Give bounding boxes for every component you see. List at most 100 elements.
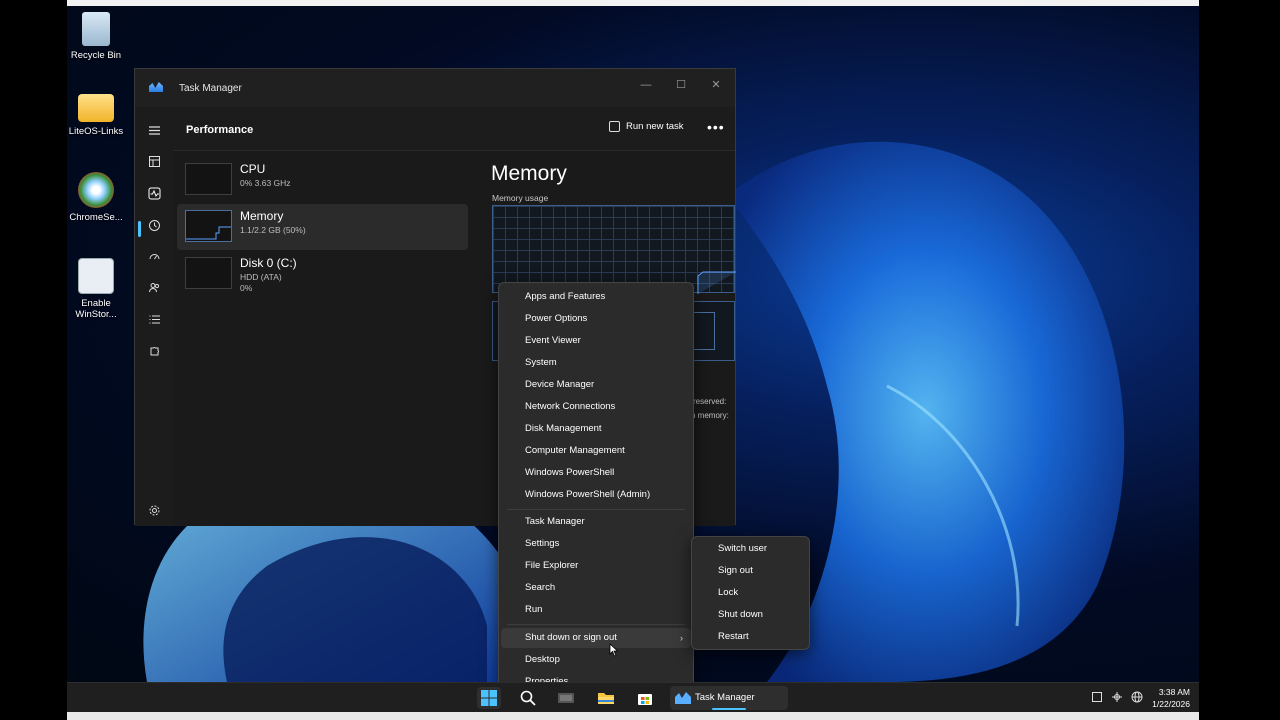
maximize-button[interactable]: ☐ <box>666 75 696 95</box>
taskbar-app-label: Task Manager <box>695 692 755 703</box>
disk-thumbnail-graph <box>185 257 232 289</box>
chevron-right-icon: › <box>680 633 683 643</box>
perf-item-name: Disk 0 (C:) <box>240 256 297 270</box>
perf-item-name: Memory <box>240 209 284 223</box>
taskbar: Task Manager 3:38 AM 1/22/2026 <box>67 682 1199 712</box>
perf-item-cpu[interactable]: CPU 0% 3.63 GHz <box>177 157 468 203</box>
perf-item-name: CPU <box>240 162 266 176</box>
perf-item-memory[interactable]: Memory 1.1/2.2 GB (50%) <box>177 204 468 250</box>
nav-active-indicator <box>138 221 141 237</box>
memory-thumbnail-graph <box>185 210 232 242</box>
task-manager-icon <box>149 82 163 92</box>
store-button[interactable] <box>633 687 657 709</box>
search-button[interactable] <box>516 687 540 709</box>
menu-item-search[interactable]: Search <box>501 578 691 598</box>
hamburger-menu-button[interactable] <box>144 120 164 140</box>
file-explorer-button[interactable] <box>594 687 618 709</box>
menu-item-power-options[interactable]: Power Options <box>501 309 691 329</box>
nav-processes[interactable] <box>144 151 164 171</box>
installer-disc-icon <box>78 172 114 208</box>
nav-startup-apps[interactable] <box>144 246 164 266</box>
memory-sparkline <box>186 226 231 240</box>
perf-item-disk[interactable]: Disk 0 (C:) HDD (ATA) 0% <box>177 251 468 297</box>
run-new-task-button[interactable]: Run new task <box>609 121 684 132</box>
submenu-item-shut-down[interactable]: Shut down <box>694 605 807 625</box>
task-view-icon <box>558 693 574 703</box>
globe-icon[interactable] <box>1131 691 1143 703</box>
detail-title: Memory <box>491 162 567 185</box>
nav-details[interactable] <box>144 309 164 329</box>
memory-usage-label: Memory usage <box>492 193 549 203</box>
hamburger-icon <box>148 125 160 135</box>
notification-icon[interactable] <box>1091 691 1103 703</box>
perf-item-detail: 0% 3.63 GHz <box>240 178 291 188</box>
menu-item-run[interactable]: Run <box>501 600 691 620</box>
more-options-button[interactable]: ••• <box>707 119 725 135</box>
menu-item-computer-management[interactable]: Computer Management <box>501 441 691 461</box>
menu-separator <box>507 624 685 625</box>
nav-app-history[interactable] <box>144 215 164 235</box>
menu-item-task-manager[interactable]: Task Manager <box>501 512 691 532</box>
menu-item-desktop[interactable]: Desktop <box>501 650 691 670</box>
users-icon <box>148 282 159 292</box>
menu-item-disk-management[interactable]: Disk Management <box>501 419 691 439</box>
menu-item-network-connections[interactable]: Network Connections <box>501 397 691 417</box>
menu-item-powershell[interactable]: Windows PowerShell <box>501 463 691 483</box>
nav-users[interactable] <box>144 277 164 297</box>
desktop-icon-label: Enable WinStor... <box>75 298 117 320</box>
page-title: Performance <box>186 124 254 136</box>
menu-item-device-manager[interactable]: Device Manager <box>501 375 691 395</box>
memory-usage-line <box>697 271 736 294</box>
run-task-icon <box>609 121 620 132</box>
search-icon <box>520 690 536 706</box>
desktop-icon-label: LiteOS-Links <box>68 126 124 137</box>
network-icon[interactable] <box>1111 691 1123 703</box>
minimize-button[interactable]: — <box>631 75 661 95</box>
desktop-icon-liteos-links[interactable]: LiteOS-Links <box>67 94 131 137</box>
list-icon <box>149 315 160 323</box>
puzzle-icon <box>150 346 159 355</box>
memory-composition-segment <box>693 312 715 350</box>
submenu-item-restart[interactable]: Restart <box>694 627 807 647</box>
hardware-reserved-label: reserved: <box>693 397 727 406</box>
menu-item-apps-features[interactable]: Apps and Features <box>501 287 691 307</box>
menu-item-powershell-admin[interactable]: Windows PowerShell (Admin) <box>501 485 691 505</box>
recycle-bin-icon <box>82 12 110 46</box>
outer-frame-bottom <box>67 712 1199 720</box>
menu-item-shut-down-sign-out[interactable]: Shut down or sign out › <box>501 628 691 648</box>
menu-item-event-viewer[interactable]: Event Viewer <box>501 331 691 351</box>
perf-item-detail: HDD (ATA) 0% <box>240 272 282 293</box>
nav-services[interactable] <box>144 341 164 361</box>
nav-rail <box>135 107 173 526</box>
page-header: Performance Run new task ••• <box>173 107 735 151</box>
submenu-item-sign-out[interactable]: Sign out <box>694 561 807 581</box>
memory-usage-graph <box>492 205 736 294</box>
settings-button[interactable] <box>144 500 164 520</box>
title-bar[interactable]: Task Manager — ☐ ✕ <box>135 69 735 107</box>
gear-icon <box>149 505 159 515</box>
submenu-item-lock[interactable]: Lock <box>694 583 807 603</box>
taskbar-task-manager-button[interactable]: Task Manager <box>670 686 788 710</box>
menu-separator <box>507 509 685 510</box>
performance-icon <box>148 187 160 199</box>
power-user-menu: Apps and Features Power Options Event Vi… <box>498 282 694 696</box>
menu-item-file-explorer[interactable]: File Explorer <box>501 556 691 576</box>
desktop-icon-label: ChromeSe... <box>69 212 123 223</box>
processes-icon <box>148 155 160 167</box>
clock-date: 1/22/2026 <box>1152 699 1190 709</box>
submenu-item-switch-user[interactable]: Switch user <box>694 539 807 559</box>
clock[interactable]: 3:38 AM 1/22/2026 <box>1147 686 1190 710</box>
folder-icon <box>598 693 614 704</box>
running-indicator <box>712 708 746 710</box>
menu-item-settings[interactable]: Settings <box>501 534 691 554</box>
task-view-button[interactable] <box>554 687 578 709</box>
start-button[interactable] <box>477 687 501 709</box>
menu-item-system[interactable]: System <box>501 353 691 373</box>
desktop-icon-recycle-bin[interactable]: Recycle Bin <box>67 12 131 61</box>
desktop-icon-chromesetup[interactable]: ChromeSe... <box>67 172 131 223</box>
store-icon <box>638 694 652 705</box>
clock-time: 3:38 AM <box>1158 687 1190 697</box>
desktop-icon-enable-winstore[interactable]: Enable WinStor... <box>67 258 131 320</box>
nav-performance[interactable] <box>144 183 164 203</box>
close-button[interactable]: ✕ <box>701 75 731 95</box>
